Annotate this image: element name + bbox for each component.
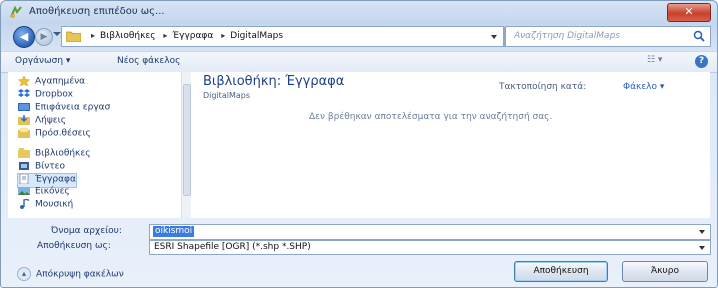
new-folder-button[interactable]: Νέος φάκελος [117, 56, 180, 66]
libraries-icon [18, 148, 30, 158]
save-button[interactable]: Αποθήκευση [514, 261, 608, 282]
sidebar-item-label: Λήψεις [35, 115, 66, 126]
filetype-label: Αποθήκευση ως: [37, 241, 111, 251]
desktop-icon [18, 103, 30, 111]
music-icon [20, 199, 29, 209]
command-bar: Οργάνωση ▾ Νέος φάκελος ☷ ▾ ? [1, 51, 717, 73]
sidebar-item-label: Πρόσ.θέσεις [35, 128, 91, 139]
filetype-dropdown-arrow[interactable] [699, 246, 705, 250]
search-box[interactable]: Αναζήτηση DigitalMaps [505, 26, 711, 47]
back-button[interactable]: ◀ [13, 26, 35, 48]
sidebar-item-libraries[interactable]: Βιβλιοθήκες [18, 148, 91, 161]
breadcrumb-separator: ▸ [221, 31, 226, 40]
sidebar-item-label: Επιφάνεια εργασ [35, 102, 111, 113]
dropbox-icon [18, 89, 30, 97]
filename-field[interactable]: oikismoi [149, 224, 711, 240]
forward-button[interactable]: ▶ [35, 28, 53, 46]
arrange-by-dropdown[interactable]: Φάκελο ▾ [623, 82, 664, 92]
filename-input[interactable]: oikismoi [153, 226, 195, 237]
recent-locations-dropdown[interactable] [53, 32, 61, 36]
downloads-icon [18, 115, 30, 125]
sidebar-item-recent-places[interactable]: Πρόσ.θέσεις [18, 128, 91, 141]
window-title: Αποθήκευση επιπέδου ως... [29, 6, 165, 17]
address-dropdown-arrow[interactable] [491, 35, 497, 39]
sidebar-item-music[interactable]: Μουσική [18, 199, 73, 212]
breadcrumb-libraries[interactable]: Βιβλιοθήκες [100, 31, 156, 41]
cancel-button[interactable]: Άκυρο [622, 261, 708, 282]
search-icon[interactable] [693, 30, 705, 42]
video-icon [19, 162, 29, 170]
sidebar-item-label: Έγγραφα [35, 174, 76, 185]
filename-dropdown-arrow[interactable] [699, 230, 705, 234]
library-subtitle: DigitalMaps [203, 91, 250, 100]
scrollbar-thumb[interactable] [183, 84, 191, 196]
sidebar-scrollbar[interactable] [181, 72, 191, 218]
sidebar-item-downloads[interactable]: Λήψεις [18, 115, 66, 128]
arrange-by-label: Τακτοποίηση κατά: [499, 82, 587, 92]
search-input[interactable]: Αναζήτηση DigitalMaps [514, 31, 620, 41]
navigation-pane: Αγαπημένα Dropbox Επιφάνεια εργασ Λήψεις… [8, 72, 191, 218]
sidebar-item-label: Βιβλιοθήκες [35, 148, 91, 159]
breadcrumb-separator: ▸ [163, 31, 168, 40]
sidebar-item-label: Αγαπημένα [35, 76, 86, 87]
filename-label: Όνομα αρχείου: [51, 226, 122, 236]
sidebar-item-label: Βίντεο [35, 161, 66, 172]
breadcrumb: ▸ Βιβλιοθήκες ▸ Έγγραφα ▸ DigitalMaps [86, 31, 283, 41]
title-bar: Αποθήκευση επιπέδου ως... ✕ [1, 1, 717, 23]
app-icon [10, 5, 22, 18]
sidebar-item-favorites[interactable]: Αγαπημένα [18, 76, 85, 89]
star-icon [18, 76, 30, 86]
save-dialog-window: Αποθήκευση επιπέδου ως... ✕ ◀ ▶ ▸ Βιβλιοθ… [0, 0, 718, 288]
hide-folders-toggle[interactable]: ▴ Απόκρυψη φακέλων [17, 267, 124, 281]
filetype-selected-value: ESRI Shapefile [OGR] (*.shp *.SHP) [154, 242, 311, 252]
breadcrumb-separator: ▸ [91, 31, 96, 40]
file-list-pane[interactable]: Βιβλιοθήκη: Έγγραφα DigitalMaps Τακτοποί… [191, 72, 710, 218]
sidebar-item-pictures[interactable]: Εικόνες [18, 186, 70, 199]
close-button[interactable]: ✕ [667, 3, 711, 22]
breadcrumb-digitalmaps[interactable]: DigitalMaps [230, 31, 283, 41]
library-title: Βιβλιοθήκη: Έγγραφα [203, 74, 345, 89]
documents-icon [19, 174, 29, 184]
folder-icon [66, 31, 81, 42]
empty-results-message: Δεν βρέθηκαν αποτελέσματα για την αναζήτ… [309, 112, 553, 122]
sidebar-item-desktop[interactable]: Επιφάνεια εργασ [18, 102, 110, 115]
pictures-icon [18, 187, 30, 195]
sidebar-item-label: Μουσική [35, 199, 74, 210]
views-button[interactable]: ☷ ▾ [647, 55, 673, 68]
hide-folders-label: Απόκρυψη φακέλων [36, 269, 124, 280]
sidebar-item-label: Dropbox [35, 89, 73, 100]
help-icon[interactable]: ? [695, 55, 708, 68]
sidebar-item-label: Εικόνες [35, 186, 70, 197]
breadcrumb-documents[interactable]: Έγγραφα [172, 31, 213, 41]
chevron-up-icon: ▴ [17, 267, 31, 281]
address-bar[interactable]: ▸ Βιβλιοθήκες ▸ Έγγραφα ▸ DigitalMaps [61, 26, 504, 47]
navigation-bar: ◀ ▶ ▸Βιβλιοθήκες ▸Έγγραφα ▸DigitalMaps ↻… [1, 23, 717, 49]
organize-menu-button[interactable]: Οργάνωση ▾ [15, 56, 70, 66]
filetype-select[interactable]: ESRI Shapefile [OGR] (*.shp *.SHP) [149, 240, 711, 255]
recent-places-icon [18, 128, 30, 138]
sidebar-item-dropbox[interactable]: Dropbox [18, 89, 73, 102]
